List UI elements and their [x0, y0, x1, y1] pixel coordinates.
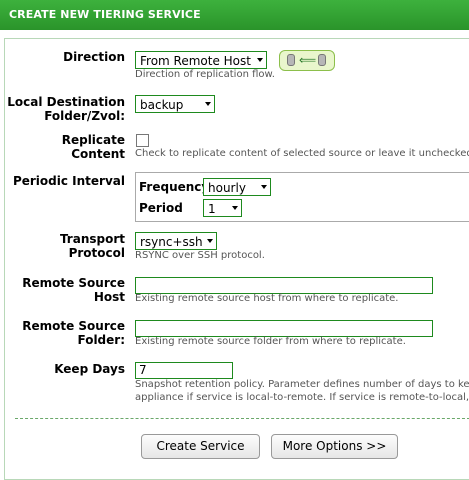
- create-service-button[interactable]: Create Service: [141, 434, 260, 459]
- remote-source-folder-label: Remote Source Folder:: [22, 319, 125, 347]
- chevron-down-icon: [207, 239, 213, 243]
- divider: [15, 418, 469, 419]
- replicate-content-hint: Check to replicate content of selected s…: [135, 148, 469, 159]
- direction-value: From Remote Host: [140, 54, 251, 68]
- keep-days-hint-line2: appliance if service is local-to-remote.…: [135, 392, 469, 403]
- keep-days-label: Keep Days: [54, 362, 125, 376]
- remote-source-folder-hint: Existing remote source folder from where…: [135, 336, 406, 347]
- period-label: Period: [139, 201, 183, 215]
- disk-icon: [287, 54, 295, 66]
- replicate-content-checkbox[interactable]: [136, 134, 149, 147]
- remote-source-host-hint: Existing remote source host from where t…: [135, 293, 399, 304]
- more-options-button[interactable]: More Options >>: [271, 434, 398, 459]
- keep-days-input[interactable]: 7: [135, 362, 233, 379]
- transport-protocol-value: rsync+ssh: [140, 235, 203, 249]
- remote-source-folder-input[interactable]: [135, 320, 433, 337]
- chevron-down-icon: [205, 102, 211, 106]
- local-destination-select[interactable]: backup: [135, 95, 215, 113]
- frequency-value: hourly: [208, 181, 246, 195]
- arrow-left-icon: ⟸: [299, 53, 317, 67]
- frequency-label: Frequency: [139, 180, 210, 194]
- page-title: CREATE NEW TIERING SERVICE: [9, 8, 201, 21]
- remote-source-host-input[interactable]: [135, 277, 433, 294]
- local-destination-label: Local Destination Folder/Zvol:: [7, 95, 125, 123]
- chevron-down-icon: [257, 58, 263, 62]
- keep-days-hint-line1: Snapshot retention policy. Parameter def…: [135, 379, 469, 390]
- period-value: 1: [208, 202, 216, 216]
- direction-hint: Direction of replication flow.: [135, 69, 275, 80]
- chevron-down-icon: [261, 185, 267, 189]
- remote-source-host-label: Remote Source Host: [22, 276, 125, 304]
- period-select[interactable]: 1: [203, 199, 242, 217]
- disk-icon: [318, 54, 326, 66]
- periodic-interval-label: Periodic Interval: [12, 174, 125, 188]
- direction-label: Direction: [63, 50, 125, 64]
- replicate-content-label: Replicate Content: [61, 133, 125, 161]
- chevron-down-icon: [232, 206, 238, 210]
- direction-select[interactable]: From Remote Host: [135, 51, 267, 69]
- transport-protocol-select[interactable]: rsync+ssh: [135, 232, 217, 250]
- transport-protocol-hint: RSYNC over SSH protocol.: [135, 250, 265, 261]
- local-destination-value: backup: [140, 98, 184, 112]
- frequency-select[interactable]: hourly: [203, 178, 271, 196]
- page-header: CREATE NEW TIERING SERVICE: [0, 0, 469, 30]
- direction-toggle-button[interactable]: ⟸: [279, 50, 335, 71]
- transport-protocol-label: Transport Protocol: [59, 232, 125, 260]
